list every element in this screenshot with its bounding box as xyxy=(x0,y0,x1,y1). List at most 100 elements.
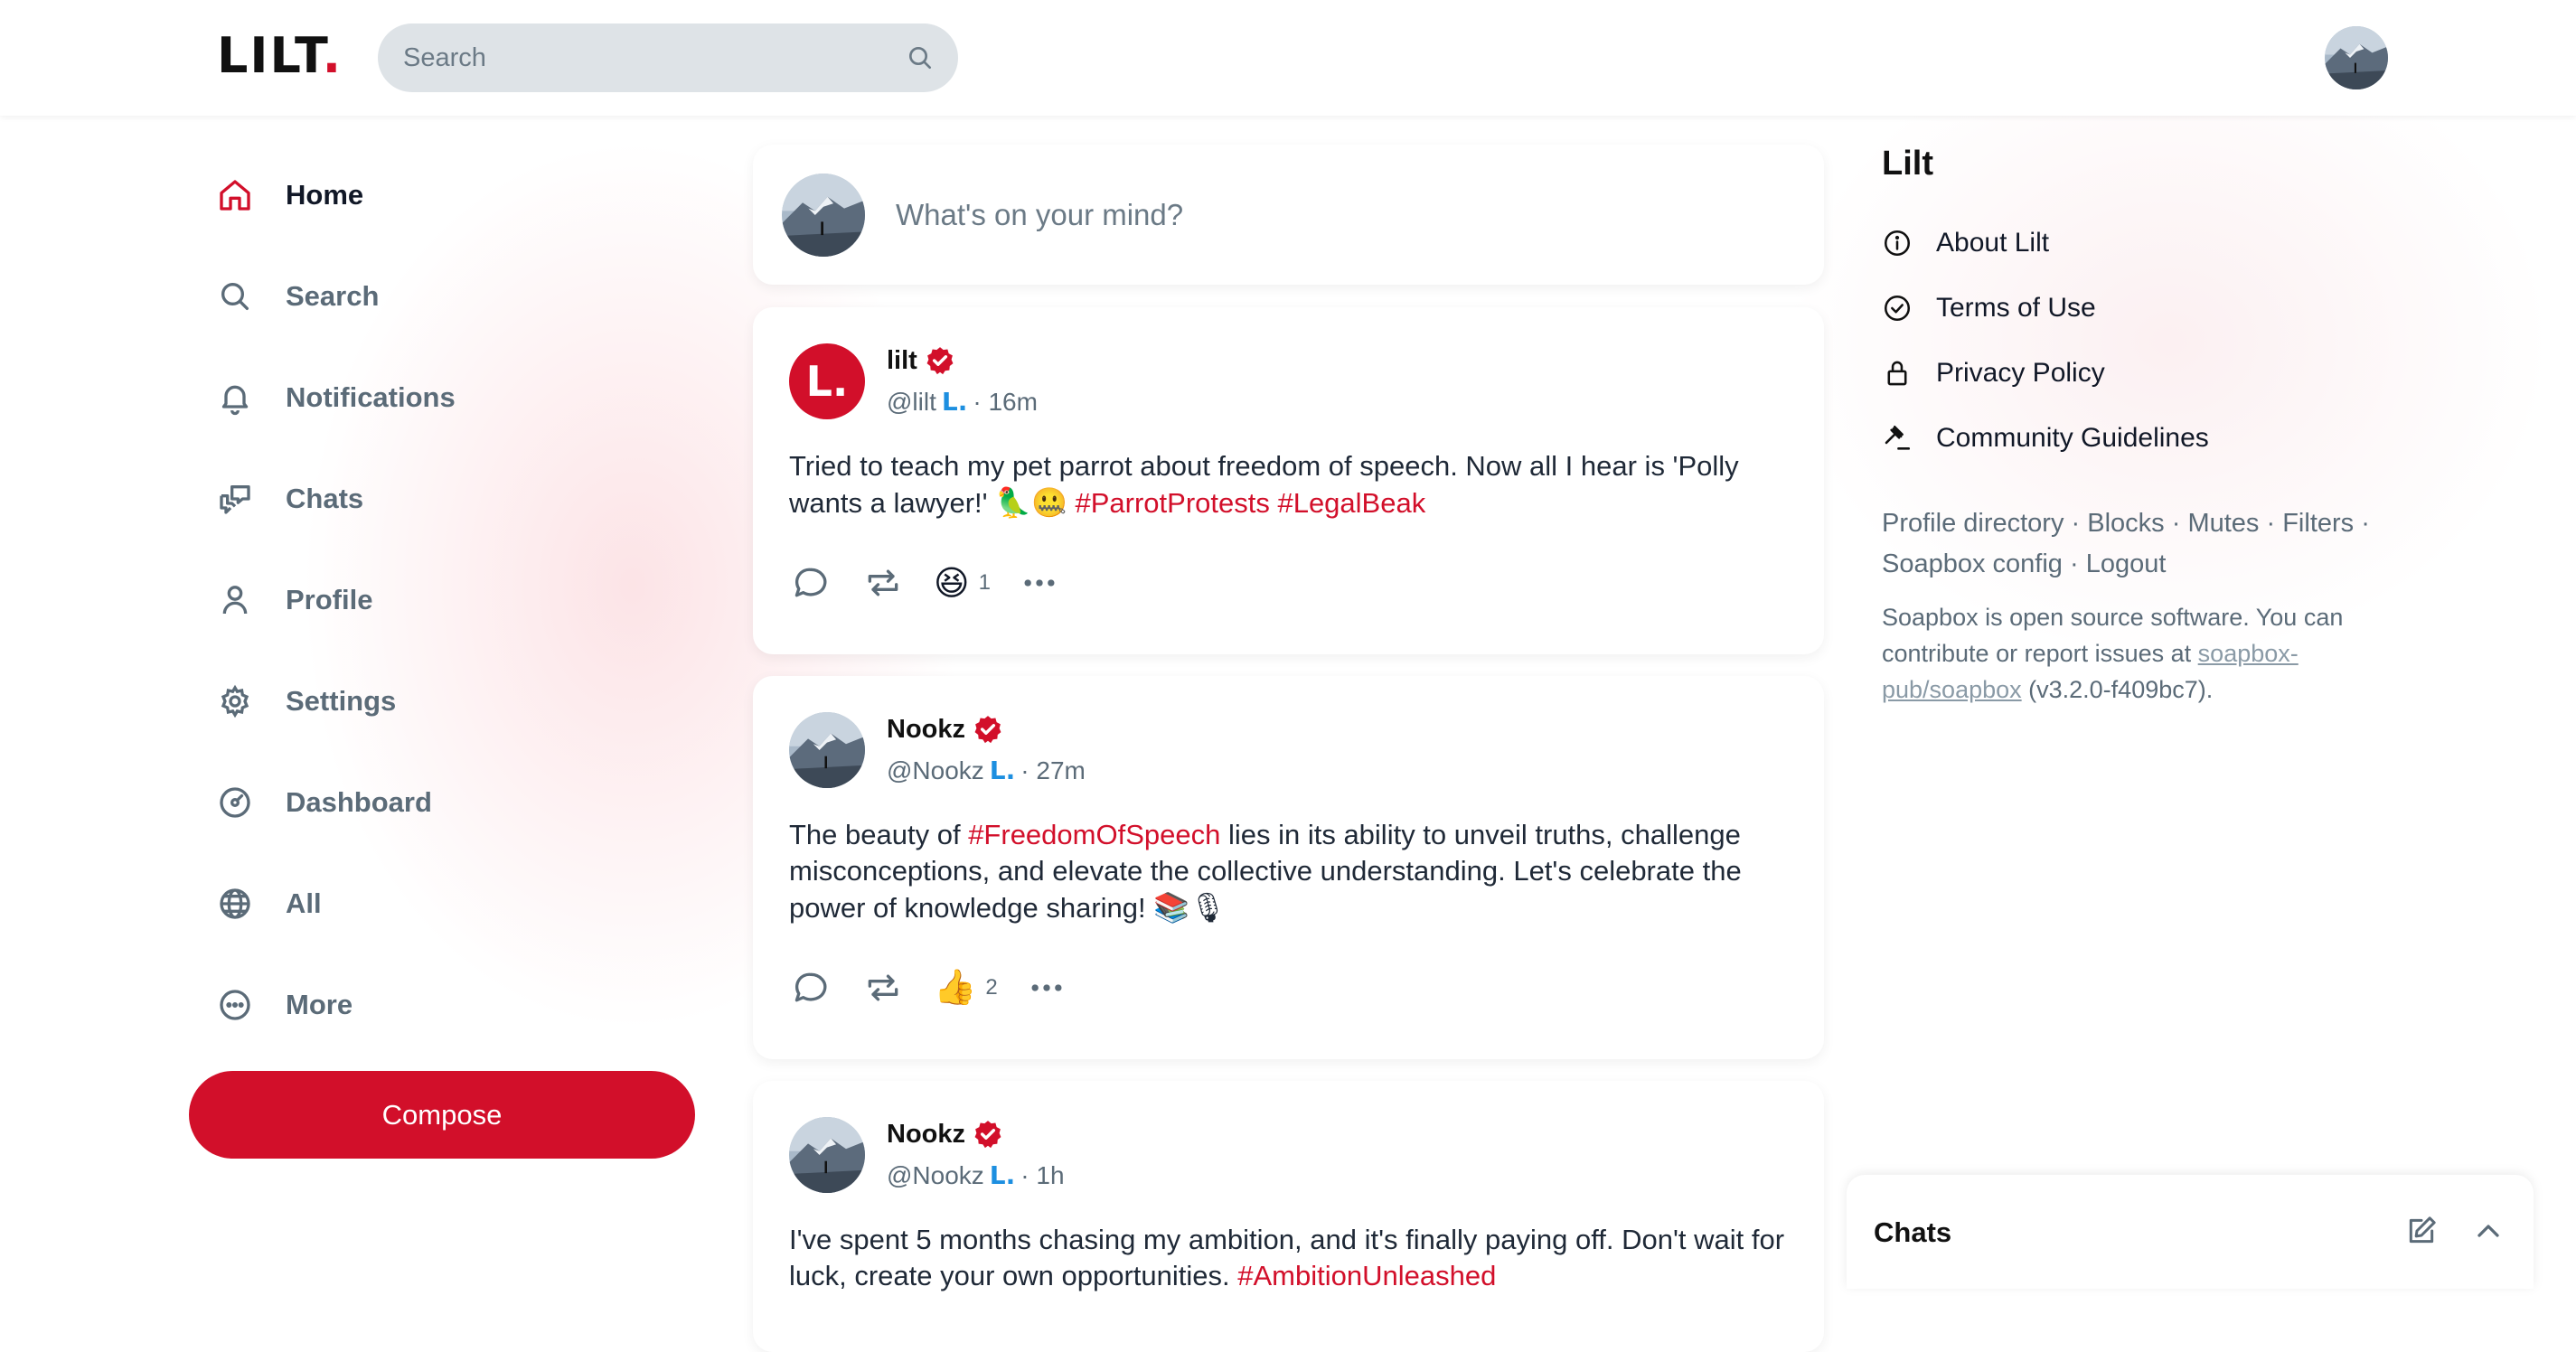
nav-label: Dashboard xyxy=(286,786,432,818)
hashtag-link[interactable]: #FreedomOfSpeech xyxy=(968,819,1220,850)
search-input[interactable] xyxy=(401,42,906,74)
post-emoji: 📚🎙 xyxy=(1153,891,1227,924)
nav-label: Chats xyxy=(286,483,364,514)
logo-dot: . xyxy=(322,27,343,84)
nav-item-settings[interactable]: Settings xyxy=(217,651,723,752)
post-emoji: 🦜🤐 xyxy=(995,486,1067,519)
post-time[interactable]: · 27m xyxy=(1020,756,1086,785)
check-circle-icon xyxy=(1882,293,1913,324)
nav-item-profile[interactable]: Profile xyxy=(217,549,723,651)
terms-link[interactable]: Terms of Use xyxy=(1882,276,2370,341)
post-author-name[interactable]: lilt xyxy=(887,346,917,376)
post-card: L. lilt @lilt L. · 16m Tried to teach my p… xyxy=(753,307,1824,654)
instance-sidebar: Lilt About Lilt Terms of Use Privacy Pol… xyxy=(1882,145,2370,708)
more-dots-icon[interactable] xyxy=(1018,561,1061,605)
reaction-button[interactable]: 😆 1 xyxy=(934,563,991,604)
post-avatar[interactable] xyxy=(789,712,865,788)
logo-text: LILT xyxy=(217,27,323,84)
nav-item-more[interactable]: More xyxy=(217,954,723,1056)
link-label: Terms of Use xyxy=(1936,293,2096,323)
nav-item-notifications[interactable]: Notifications xyxy=(217,347,723,448)
privacy-link[interactable]: Privacy Policy xyxy=(1882,341,2370,406)
nav-item-home[interactable]: Home xyxy=(217,145,723,246)
nav-label: Home xyxy=(286,179,364,211)
chats-panel[interactable]: Chats xyxy=(1847,1175,2534,1289)
search-bar[interactable] xyxy=(378,23,958,92)
mountain-avatar-image xyxy=(789,1117,865,1193)
more-circle-icon xyxy=(217,987,253,1023)
account-avatar[interactable] xyxy=(2325,26,2388,89)
instance-badge: L. xyxy=(941,387,968,417)
post-actions: 👍 2 xyxy=(789,952,1788,1024)
repost-icon[interactable] xyxy=(861,561,905,605)
reaction-count: 1 xyxy=(978,570,991,595)
post-composer[interactable]: What's on your mind? xyxy=(753,145,1824,285)
about-link[interactable]: About Lilt xyxy=(1882,211,2370,276)
post-author-name[interactable]: Nookz xyxy=(887,715,965,745)
chats-panel-title[interactable]: Chats xyxy=(1874,1216,1951,1249)
reaction-count: 2 xyxy=(985,975,998,1000)
reaction-emoji: 👍 xyxy=(934,969,977,1007)
post-card: Nookz @Nookz L. · 27m The beauty of #Freed… xyxy=(753,676,1824,1059)
compose-button[interactable]: Compose xyxy=(189,1071,695,1159)
post-card: Nookz @Nookz L. · 1h I've spent 5 months c… xyxy=(753,1081,1824,1352)
repost-icon[interactable] xyxy=(861,966,905,1009)
guidelines-link[interactable]: Community Guidelines xyxy=(1882,406,2370,471)
reply-icon[interactable] xyxy=(789,966,832,1009)
post-handle[interactable]: @Nookz xyxy=(887,1161,984,1190)
post-author-name[interactable]: Nookz xyxy=(887,1120,965,1150)
verified-badge-icon xyxy=(926,347,954,375)
open-source-notice: Soapbox is open source software. You can… xyxy=(1882,599,2370,708)
post-time[interactable]: · 1h xyxy=(1020,1161,1064,1190)
mountain-avatar-image xyxy=(2325,26,2388,89)
post-avatar[interactable]: L. xyxy=(789,343,865,419)
nav-label: Settings xyxy=(286,685,397,717)
soapbox-config-link[interactable]: Soapbox config xyxy=(1882,549,2063,578)
profile-directory-link[interactable]: Profile directory xyxy=(1882,509,2064,538)
reaction-emoji: 😆 xyxy=(934,564,970,603)
post-content: Tried to teach my pet parrot about freed… xyxy=(789,448,1788,521)
mutes-link[interactable]: Mutes xyxy=(2187,509,2259,538)
verified-badge-icon xyxy=(974,1121,1001,1149)
hashtag-link[interactable]: #ParrotProtests #LegalBeak xyxy=(1075,487,1425,519)
home-icon xyxy=(217,177,253,213)
more-dots-icon[interactable] xyxy=(1025,966,1068,1009)
dashboard-icon xyxy=(217,784,253,821)
reaction-button[interactable]: 👍 2 xyxy=(934,968,998,1008)
post-time[interactable]: · 16m xyxy=(973,388,1038,417)
post-handle[interactable]: @Nookz xyxy=(887,756,984,785)
chevron-up-icon[interactable] xyxy=(2470,1213,2506,1249)
composer-placeholder[interactable]: What's on your mind? xyxy=(896,198,1183,232)
nav-item-dashboard[interactable]: Dashboard xyxy=(217,752,723,853)
info-icon xyxy=(1882,228,1913,258)
link-label: About Lilt xyxy=(1936,228,2050,258)
filters-link[interactable]: Filters xyxy=(2282,509,2354,538)
main-navigation: Home Search Notifications Chats Profile … xyxy=(217,145,723,1056)
footer-links: Profile directory · Blocks · Mutes · Fil… xyxy=(1882,509,2370,578)
post-text: The beauty of xyxy=(789,819,969,850)
bell-icon xyxy=(217,380,253,416)
logout-link[interactable]: Logout xyxy=(2086,549,2167,578)
chats-icon xyxy=(217,481,253,517)
edit-icon[interactable] xyxy=(2403,1213,2440,1249)
post-actions: 😆 1 xyxy=(789,547,1788,619)
globe-icon xyxy=(217,886,253,922)
lilt-logo[interactable]: LILT. xyxy=(217,27,343,84)
mountain-avatar-image xyxy=(782,173,865,257)
blocks-link[interactable]: Blocks xyxy=(2087,509,2164,538)
post-handle[interactable]: @lilt xyxy=(887,388,936,417)
post-content: I've spent 5 months chasing my ambition,… xyxy=(789,1222,1788,1294)
lock-icon xyxy=(1882,358,1913,389)
link-label: Community Guidelines xyxy=(1936,423,2209,453)
nav-item-search[interactable]: Search xyxy=(217,246,723,347)
post-avatar[interactable] xyxy=(789,1117,865,1193)
nav-item-all[interactable]: All xyxy=(217,853,723,954)
nav-item-chats[interactable]: Chats xyxy=(217,448,723,549)
composer-avatar xyxy=(782,173,865,257)
hashtag-link[interactable]: #AmbitionUnleashed xyxy=(1237,1260,1496,1291)
reply-icon[interactable] xyxy=(789,561,832,605)
nav-label: More xyxy=(286,989,353,1020)
mountain-avatar-image xyxy=(789,712,865,788)
instance-badge: L. xyxy=(989,1160,1016,1190)
search-icon[interactable] xyxy=(906,43,935,72)
